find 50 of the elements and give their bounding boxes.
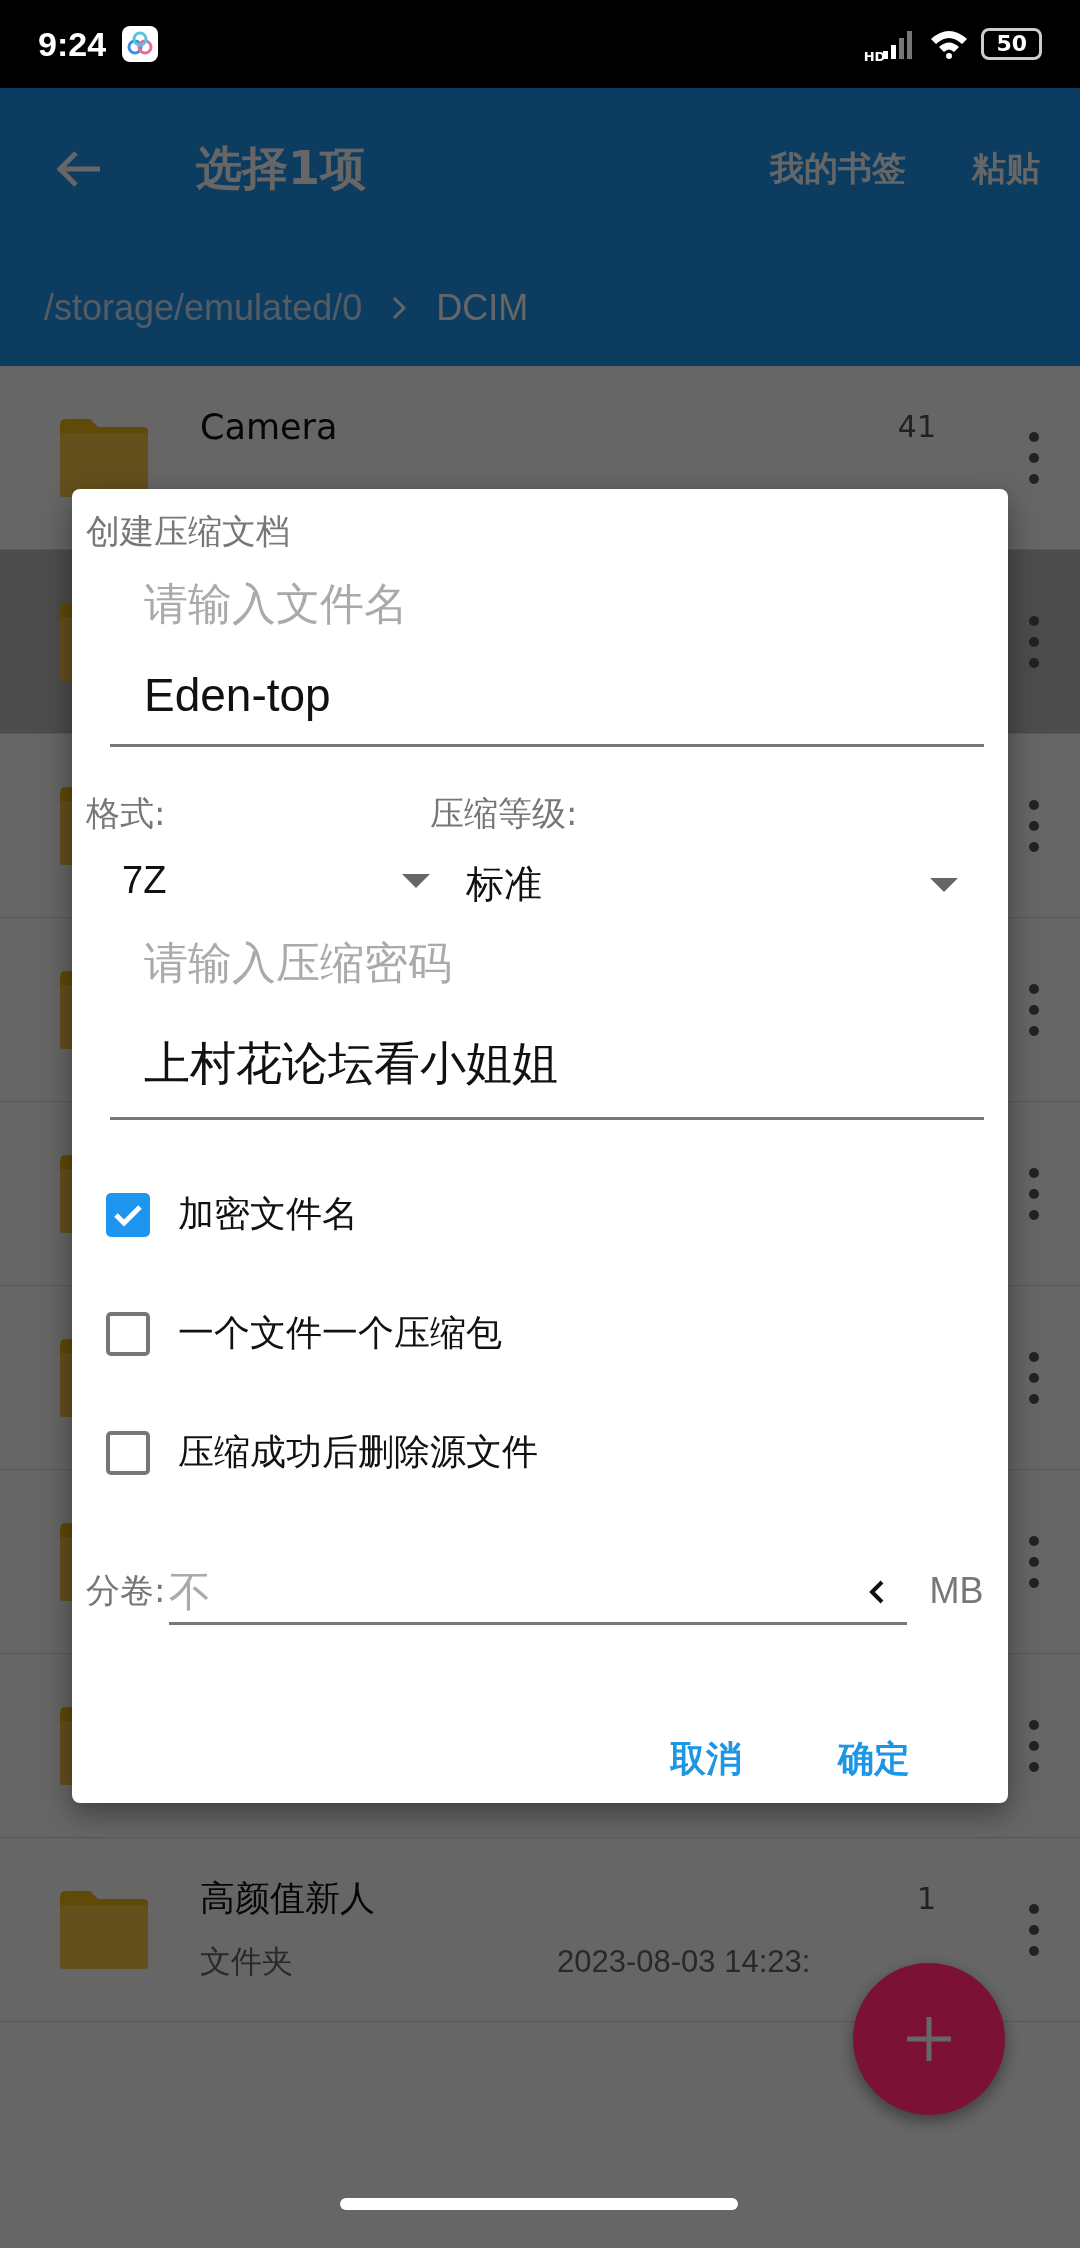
folder-icon	[60, 418, 148, 497]
checkbox[interactable]	[106, 1192, 150, 1237]
dialog-button[interactable]: 取消	[670, 1735, 742, 1784]
folder-type: 文件夹	[200, 1942, 294, 1981]
wifi-icon	[929, 29, 970, 59]
unit-label: MB	[929, 1570, 984, 1612]
level-label: 压缩等级:	[430, 792, 579, 835]
checkmark-icon	[113, 1202, 143, 1227]
more-icon[interactable]	[1028, 614, 1040, 669]
chevron-icon	[392, 296, 407, 320]
filename-field[interactable]: 请输入文件名 Eden-top	[110, 575, 984, 747]
more-icon[interactable]	[1028, 982, 1040, 1037]
dropdown-icon	[402, 873, 430, 888]
toolbar-action[interactable]: 粘贴	[972, 146, 1040, 192]
battery-icon: 50	[981, 28, 1042, 60]
checkbox[interactable]	[106, 1311, 150, 1356]
option-label: 压缩成功后删除源文件	[178, 1430, 538, 1474]
checkbox[interactable]	[106, 1430, 150, 1475]
breadcrumb-item[interactable]: DCIM	[436, 287, 529, 329]
password-field[interactable]: 请输入压缩密码 上村花论坛看小姐姐	[110, 934, 984, 1120]
chevron-left-icon	[869, 1579, 886, 1605]
format-label: 格式:	[86, 792, 167, 835]
modified-date: 2023-08-03 14:23:	[557, 1944, 812, 1980]
more-icon[interactable]	[1028, 1718, 1040, 1773]
dialog-button[interactable]: 确定	[838, 1735, 910, 1784]
level-dropdown[interactable]: 标准	[430, 837, 958, 910]
split-label: 分卷:	[86, 1569, 166, 1612]
folder-icon	[60, 1890, 148, 1969]
more-icon[interactable]	[1028, 1534, 1040, 1589]
folder-name: Camera	[200, 406, 338, 447]
split-size-field[interactable]: 不	[169, 1567, 908, 1625]
more-icon[interactable]	[1028, 430, 1040, 485]
folder-name: 高颜值新人	[200, 1877, 375, 1920]
status-time: 9:24	[38, 24, 107, 64]
back-icon[interactable]	[54, 149, 102, 189]
more-icon[interactable]	[1028, 1902, 1040, 1957]
item-count: 41	[897, 409, 936, 444]
more-icon[interactable]	[1028, 1166, 1040, 1221]
dialog-title: 创建压缩文档	[86, 510, 291, 553]
dropdown-icon	[930, 877, 958, 892]
option-label: 加密文件名	[178, 1192, 358, 1236]
more-icon[interactable]	[1028, 1350, 1040, 1405]
toolbar-action[interactable]: 我的书签	[770, 146, 906, 192]
more-icon[interactable]	[1028, 798, 1040, 853]
item-count: 1	[916, 1881, 936, 1916]
app-icon	[122, 26, 159, 62]
option-label: 一个文件一个压缩包	[178, 1311, 502, 1355]
plus-icon	[907, 2017, 951, 2061]
app-title: 选择1项	[196, 140, 366, 197]
format-dropdown[interactable]: 7Z	[86, 837, 430, 902]
